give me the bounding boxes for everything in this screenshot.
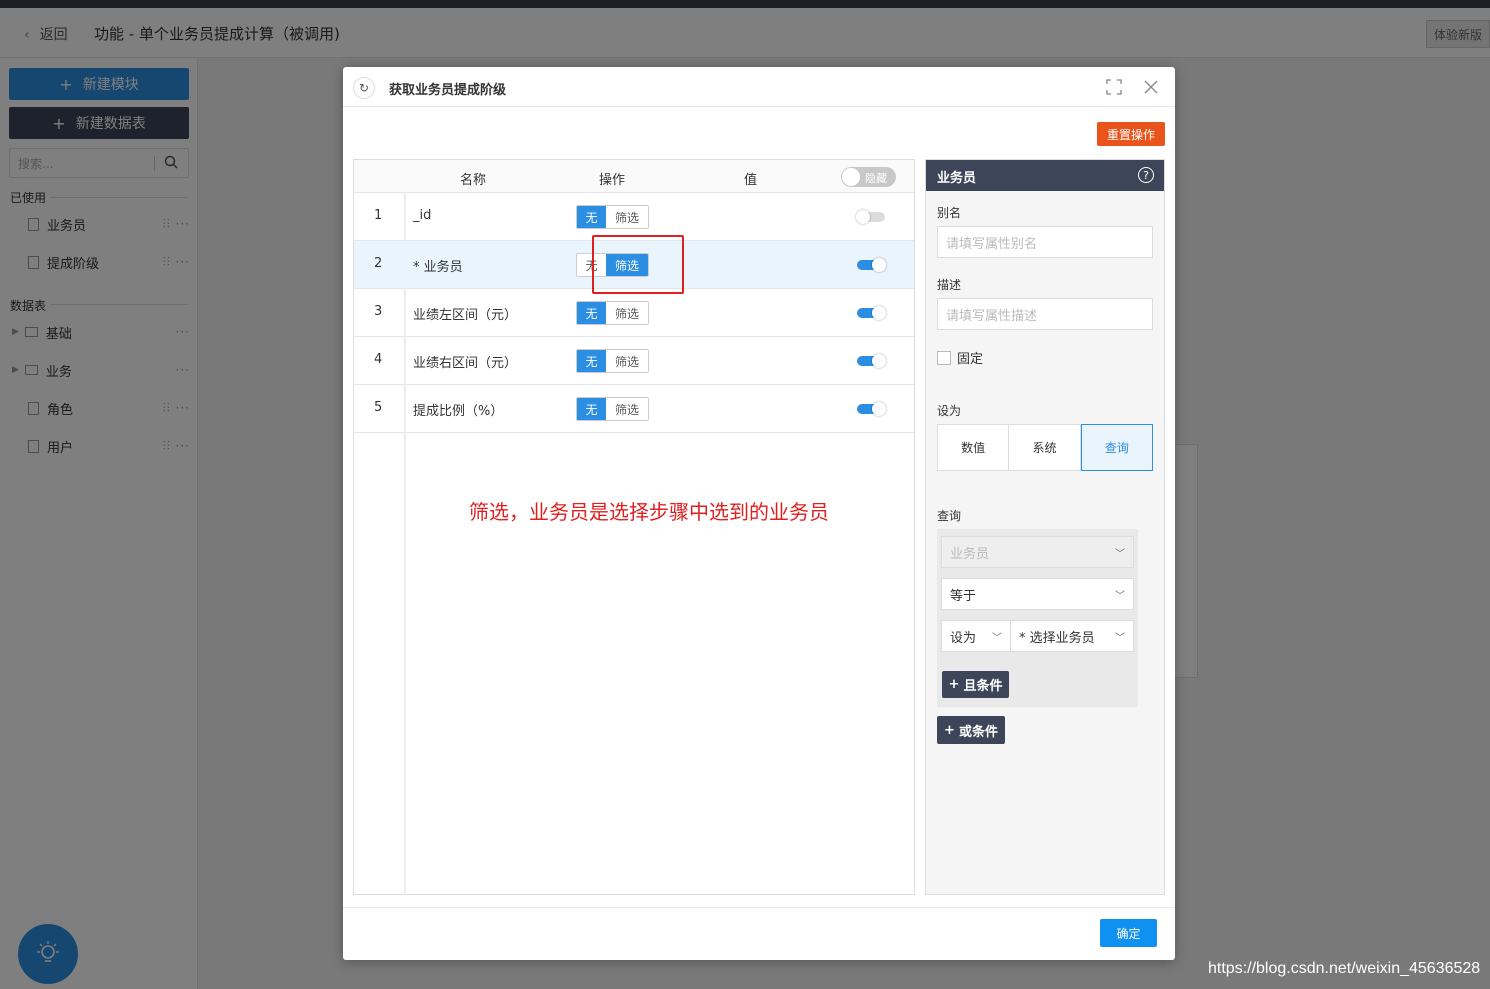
fixed-label: 固定 <box>957 352 984 367</box>
alias-label: 别名 <box>937 206 962 220</box>
confirm-button[interactable]: 确定 <box>1100 919 1157 947</box>
row-index: 4 <box>374 352 383 367</box>
alias-input[interactable]: 请填写属性别名 <box>937 226 1153 258</box>
row-name: * 业务员 <box>413 260 463 275</box>
row-index: 2 <box>374 256 383 271</box>
op-filter-button[interactable]: 筛选 <box>606 302 648 324</box>
operation-segment: 无筛选 <box>576 397 649 421</box>
query-field-value: 业务员 <box>950 546 990 562</box>
query-condition-group: 业务员 ﹀ 等于 ﹀ 设为 ﹀ * 选择业务员 ﹀ + 且条件 <box>937 529 1138 707</box>
query-label: 查询 <box>937 509 962 523</box>
query-value: * 选择业务员 <box>1019 630 1095 646</box>
operation-segment: 无筛选 <box>576 349 649 373</box>
query-operator-select[interactable]: 等于 ﹀ <box>941 578 1134 610</box>
property-title: 业务员 <box>937 171 977 186</box>
or-condition-label: 或条件 <box>958 724 998 740</box>
query-setas-value: 设为 <box>950 630 977 646</box>
close-icon[interactable] <box>1143 79 1159 95</box>
op-none-button[interactable]: 无 <box>577 350 606 372</box>
op-none-button[interactable]: 无 <box>577 206 606 228</box>
row-toggle[interactable] <box>857 402 886 416</box>
row-index: 5 <box>374 400 383 415</box>
modal-header: ↻ 获取业务员提成阶级 <box>343 67 1175 107</box>
row-name: 业绩左区间（元） <box>413 308 518 323</box>
and-condition-label: 且条件 <box>963 679 1003 694</box>
operation-segment: 无筛选 <box>576 205 649 229</box>
header-name: 名称 <box>460 173 487 188</box>
op-none-button[interactable]: 无 <box>577 398 606 420</box>
table-row[interactable]: 3 业绩左区间（元） 无筛选 <box>354 289 914 337</box>
table-header: 名称 操作 值 隐藏 <box>354 160 914 193</box>
plus-icon: + <box>944 722 955 738</box>
row-toggle[interactable] <box>857 258 886 272</box>
expand-icon[interactable] <box>1106 79 1122 95</box>
setas-label: 设为 <box>937 404 962 418</box>
modal-title: 获取业务员提成阶级 <box>389 83 507 98</box>
toggle-knob <box>872 306 886 320</box>
modal-dialog: ↻ 获取业务员提成阶级 重置操作 名称 操作 值 隐藏 1 _id 无筛选 2 … <box>343 67 1175 960</box>
highlight-box <box>592 235 684 294</box>
query-value-select[interactable]: * 选择业务员 ﹀ <box>1010 620 1134 652</box>
table-row[interactable]: 5 提成比例（%） 无筛选 <box>354 385 914 433</box>
toggle-knob <box>872 402 886 416</box>
field-table: 名称 操作 值 隐藏 1 _id 无筛选 2 * 业务员 无筛选 3 业绩左区间… <box>353 159 915 895</box>
op-filter-button[interactable]: 筛选 <box>606 398 648 420</box>
annotation-text: 筛选，业务员是选择步骤中选到的业务员 <box>469 500 829 524</box>
row-index: 1 <box>374 208 383 223</box>
hide-toggle-label: 隐藏 <box>865 172 887 185</box>
modal-footer-divider <box>343 907 1175 908</box>
table-row[interactable]: 4 业绩右区间（元） 无筛选 <box>354 337 914 385</box>
op-filter-button[interactable]: 筛选 <box>606 350 648 372</box>
toggle-knob <box>872 258 886 272</box>
refresh-icon[interactable]: ↻ <box>353 77 375 99</box>
table-row[interactable]: 1 _id 无筛选 <box>354 193 914 241</box>
row-toggle[interactable] <box>856 210 885 224</box>
op-none-button[interactable]: 无 <box>577 302 606 324</box>
add-and-condition-button[interactable]: + 且条件 <box>942 671 1009 698</box>
plus-icon: + <box>948 677 960 692</box>
row-name: _id <box>413 208 432 223</box>
setas-query-option[interactable]: 查询 <box>1080 424 1153 471</box>
reset-operation-button[interactable]: 重置操作 <box>1097 122 1165 146</box>
setas-system-option[interactable]: 系统 <box>1009 424 1081 471</box>
query-operator-value: 等于 <box>950 588 977 604</box>
setas-value-option[interactable]: 数值 <box>937 424 1010 471</box>
property-panel: 业务员 ? 别名 请填写属性别名 描述 请填写属性描述 固定 设为 数值 系统 … <box>925 159 1165 895</box>
chevron-down-icon: ﹀ <box>1115 633 1125 644</box>
fixed-checkbox[interactable]: 固定 <box>937 348 983 367</box>
watermark: https://blog.csdn.net/weixin_45636528 <box>1208 960 1481 977</box>
op-filter-button[interactable]: 筛选 <box>606 206 648 228</box>
header-value: 值 <box>744 173 758 188</box>
query-field-select: 业务员 ﹀ <box>941 536 1134 568</box>
row-name: 业绩右区间（元） <box>413 356 518 371</box>
row-index: 3 <box>374 304 383 319</box>
row-toggle[interactable] <box>857 354 886 368</box>
description-label: 描述 <box>937 278 962 292</box>
add-or-condition-button[interactable]: + 或条件 <box>937 716 1005 744</box>
chevron-down-icon: ﹀ <box>1115 591 1125 602</box>
operation-segment: 无筛选 <box>576 301 649 325</box>
header-operation: 操作 <box>599 173 626 188</box>
property-panel-header: 业务员 ? <box>926 160 1164 191</box>
checkbox-box <box>937 350 951 365</box>
setas-segment: 数值 系统 查询 <box>937 424 1153 471</box>
chevron-down-icon: ﹀ <box>1115 549 1125 560</box>
toggle-knob <box>856 210 870 224</box>
row-toggle[interactable] <box>857 306 886 320</box>
help-icon[interactable]: ? <box>1138 167 1154 183</box>
chevron-down-icon: ﹀ <box>992 633 1002 644</box>
toggle-knob <box>872 354 886 368</box>
description-input[interactable]: 请填写属性描述 <box>937 298 1153 330</box>
toggle-knob <box>842 168 860 186</box>
query-setas-select[interactable]: 设为 ﹀ <box>941 620 1011 652</box>
hide-toggle[interactable]: 隐藏 <box>841 167 896 187</box>
row-name: 提成比例（%） <box>413 404 504 419</box>
